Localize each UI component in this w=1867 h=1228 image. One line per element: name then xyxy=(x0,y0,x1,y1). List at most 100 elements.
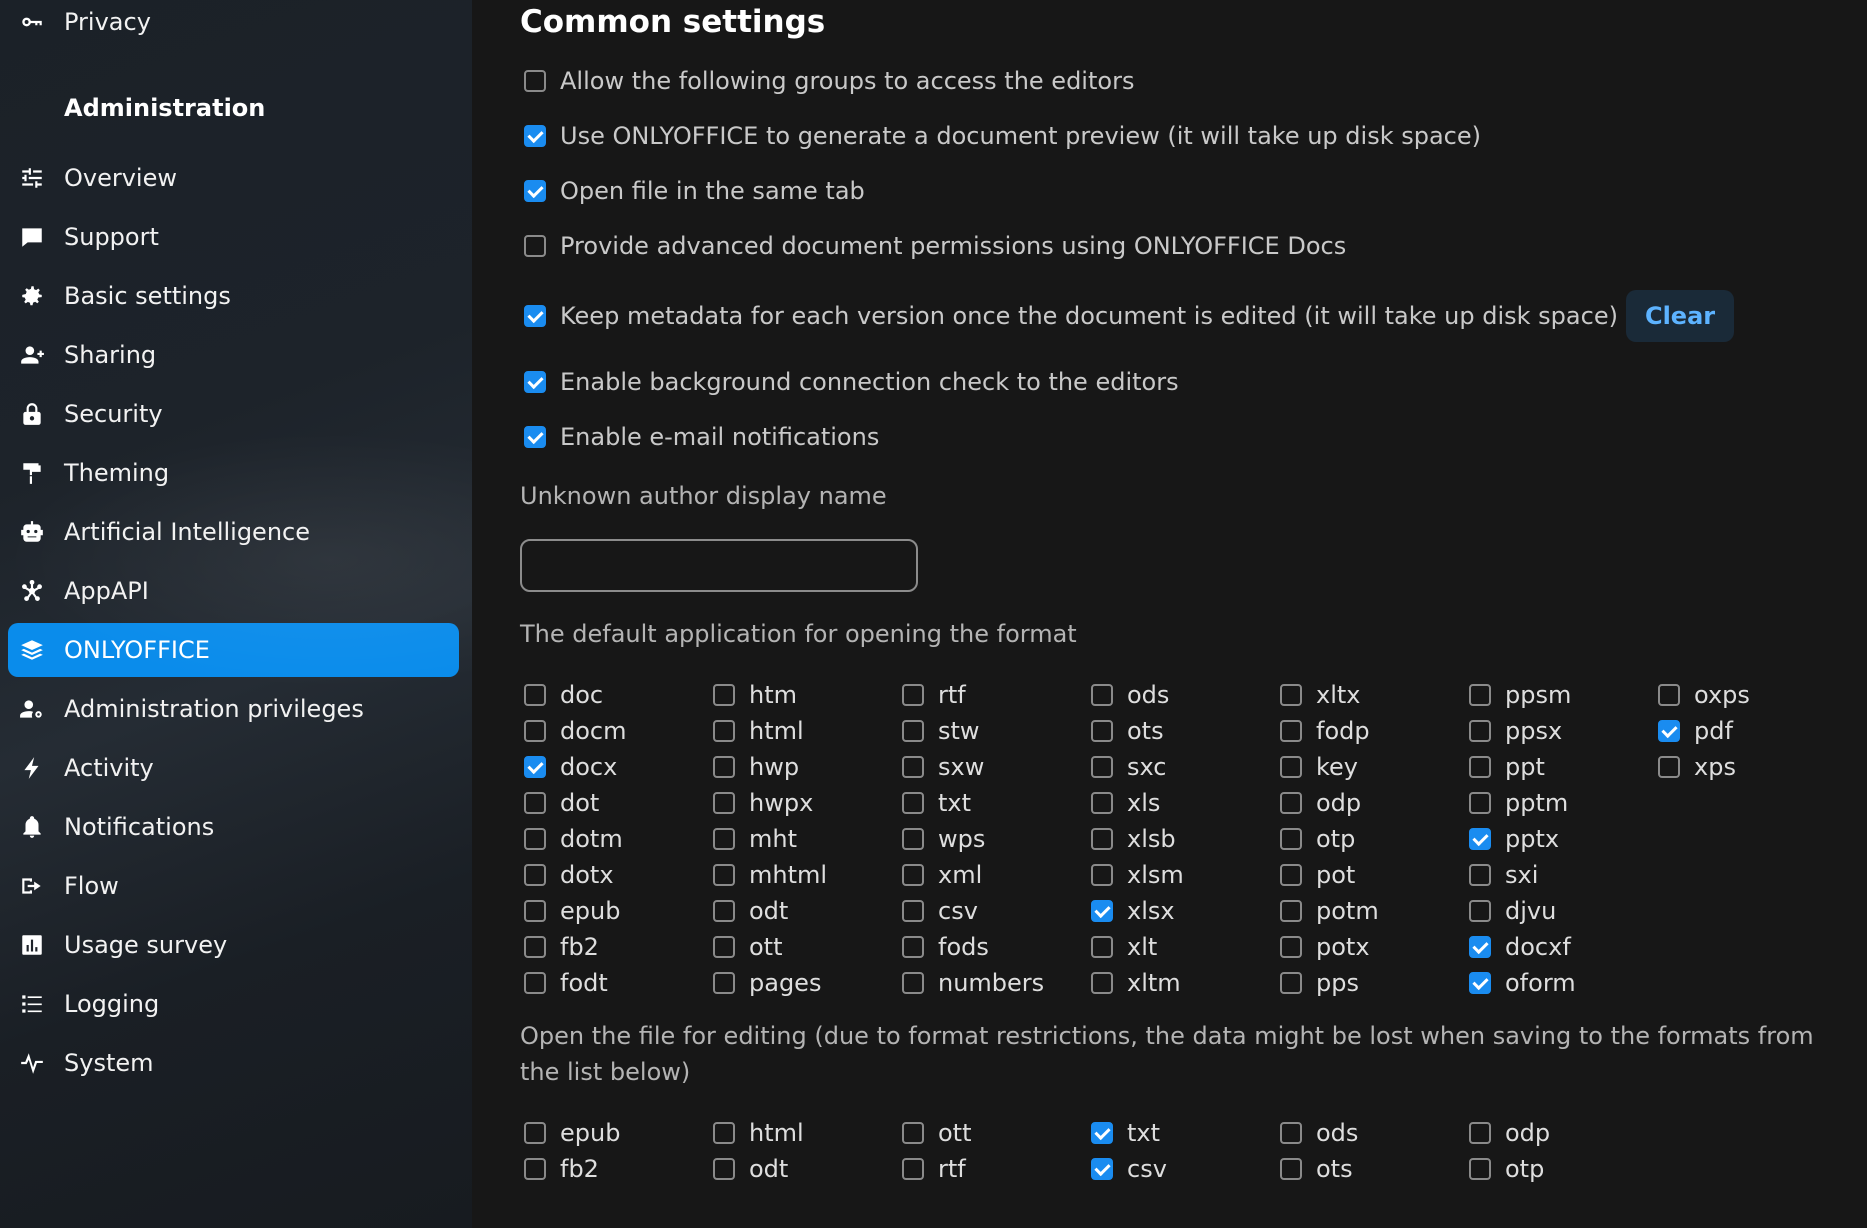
checkbox[interactable] xyxy=(713,684,735,706)
checkbox[interactable] xyxy=(1280,684,1302,706)
format-checkbox-item[interactable]: xml xyxy=(902,857,982,893)
format-checkbox-item[interactable]: wps xyxy=(902,821,985,857)
checkbox[interactable] xyxy=(1658,720,1680,742)
format-checkbox-item[interactable]: ppsx xyxy=(1469,713,1562,749)
checkbox[interactable] xyxy=(1469,720,1491,742)
sidebar-item-activity[interactable]: Activity xyxy=(8,741,459,795)
checkbox[interactable] xyxy=(524,792,546,814)
option-allow-groups[interactable]: Allow the following groups to access the… xyxy=(524,66,1134,96)
sidebar-item-appapi[interactable]: AppAPI xyxy=(8,564,459,618)
checkbox[interactable] xyxy=(1091,828,1113,850)
checkbox[interactable] xyxy=(1091,900,1113,922)
checkbox[interactable] xyxy=(1280,828,1302,850)
format-checkbox-item[interactable]: docxf xyxy=(1469,929,1571,965)
checkbox[interactable] xyxy=(524,900,546,922)
checkbox[interactable] xyxy=(902,792,924,814)
checkbox[interactable] xyxy=(1469,828,1491,850)
checkbox[interactable] xyxy=(524,125,546,147)
checkbox[interactable] xyxy=(524,756,546,778)
checkbox[interactable] xyxy=(1091,864,1113,886)
format-checkbox-item[interactable]: csv xyxy=(1091,1151,1167,1187)
checkbox[interactable] xyxy=(713,900,735,922)
format-checkbox-item[interactable]: mhtml xyxy=(713,857,827,893)
format-checkbox-item[interactable]: xps xyxy=(1658,749,1736,785)
checkbox[interactable] xyxy=(1469,972,1491,994)
checkbox[interactable] xyxy=(524,426,546,448)
sidebar-item-system[interactable]: System xyxy=(8,1036,459,1090)
format-checkbox-item[interactable]: docx xyxy=(524,749,617,785)
format-checkbox-item[interactable]: otp xyxy=(1469,1151,1544,1187)
sidebar-item-security[interactable]: Security xyxy=(8,387,459,441)
format-checkbox-item[interactable]: fodt xyxy=(524,965,608,1001)
format-checkbox-item[interactable]: key xyxy=(1280,749,1358,785)
format-checkbox-item[interactable]: pot xyxy=(1280,857,1355,893)
sidebar-item-basic-settings[interactable]: Basic settings xyxy=(8,269,459,323)
checkbox[interactable] xyxy=(713,792,735,814)
checkbox[interactable] xyxy=(1091,1158,1113,1180)
checkbox[interactable] xyxy=(713,1158,735,1180)
format-checkbox-item[interactable]: htm xyxy=(713,677,797,713)
unknown-author-input[interactable] xyxy=(520,539,918,592)
checkbox[interactable] xyxy=(902,864,924,886)
format-checkbox-item[interactable]: pptx xyxy=(1469,821,1559,857)
format-checkbox-item[interactable]: ots xyxy=(1091,713,1164,749)
checkbox[interactable] xyxy=(713,1122,735,1144)
checkbox[interactable] xyxy=(1280,864,1302,886)
sidebar-item-support[interactable]: Support xyxy=(8,210,459,264)
sidebar-item-overview[interactable]: Overview xyxy=(8,151,459,205)
checkbox[interactable] xyxy=(713,828,735,850)
checkbox[interactable] xyxy=(524,864,546,886)
checkbox[interactable] xyxy=(1469,792,1491,814)
option-keep-metadata[interactable]: Keep metadata for each version once the … xyxy=(524,290,1735,342)
format-checkbox-item[interactable]: xlt xyxy=(1091,929,1157,965)
checkbox[interactable] xyxy=(524,180,546,202)
checkbox[interactable] xyxy=(902,1122,924,1144)
option-connection-check[interactable]: Enable background connection check to th… xyxy=(524,367,1179,397)
format-checkbox-item[interactable]: fb2 xyxy=(524,1151,599,1187)
format-checkbox-item[interactable]: xltm xyxy=(1091,965,1181,1001)
format-checkbox-item[interactable]: pptm xyxy=(1469,785,1568,821)
format-checkbox-item[interactable]: txt xyxy=(902,785,971,821)
checkbox[interactable] xyxy=(1280,720,1302,742)
format-checkbox-item[interactable]: ppt xyxy=(1469,749,1545,785)
checkbox[interactable] xyxy=(1280,792,1302,814)
format-checkbox-item[interactable]: odp xyxy=(1280,785,1361,821)
option-same-tab[interactable]: Open file in the same tab xyxy=(524,176,865,206)
format-checkbox-item[interactable]: epub xyxy=(524,1115,620,1151)
format-checkbox-item[interactable]: numbers xyxy=(902,965,1044,1001)
format-checkbox-item[interactable]: sxw xyxy=(902,749,984,785)
checkbox[interactable] xyxy=(902,684,924,706)
option-document-preview[interactable]: Use ONLYOFFICE to generate a document pr… xyxy=(524,121,1481,151)
format-checkbox-item[interactable]: dotx xyxy=(524,857,614,893)
checkbox[interactable] xyxy=(524,1158,546,1180)
sidebar-item-privacy[interactable]: Privacy xyxy=(8,0,459,49)
sidebar-item-theming[interactable]: Theming xyxy=(8,446,459,500)
option-advanced-permissions[interactable]: Provide advanced document permissions us… xyxy=(524,231,1346,261)
sidebar-item-onlyoffice[interactable]: ONLYOFFICE xyxy=(8,623,459,677)
checkbox[interactable] xyxy=(524,972,546,994)
checkbox[interactable] xyxy=(902,720,924,742)
checkbox[interactable] xyxy=(902,1158,924,1180)
checkbox[interactable] xyxy=(713,936,735,958)
format-checkbox-item[interactable]: odp xyxy=(1469,1115,1550,1151)
format-checkbox-item[interactable]: dot xyxy=(524,785,599,821)
checkbox[interactable] xyxy=(902,936,924,958)
checkbox[interactable] xyxy=(1469,864,1491,886)
format-checkbox-item[interactable]: mht xyxy=(713,821,797,857)
sidebar-item-administration-privileges[interactable]: Administration privileges xyxy=(8,682,459,736)
checkbox[interactable] xyxy=(1658,684,1680,706)
format-checkbox-item[interactable]: xlsx xyxy=(1091,893,1175,929)
format-checkbox-item[interactable]: docm xyxy=(524,713,627,749)
format-checkbox-item[interactable]: ott xyxy=(902,1115,972,1151)
checkbox[interactable] xyxy=(1091,936,1113,958)
format-checkbox-item[interactable]: epub xyxy=(524,893,620,929)
checkbox[interactable] xyxy=(524,684,546,706)
format-checkbox-item[interactable]: html xyxy=(713,713,804,749)
checkbox[interactable] xyxy=(1280,936,1302,958)
checkbox[interactable] xyxy=(524,720,546,742)
checkbox[interactable] xyxy=(902,972,924,994)
checkbox[interactable] xyxy=(1091,972,1113,994)
checkbox[interactable] xyxy=(902,828,924,850)
option-email-notifications[interactable]: Enable e-mail notifications xyxy=(524,422,879,452)
format-checkbox-item[interactable]: txt xyxy=(1091,1115,1160,1151)
